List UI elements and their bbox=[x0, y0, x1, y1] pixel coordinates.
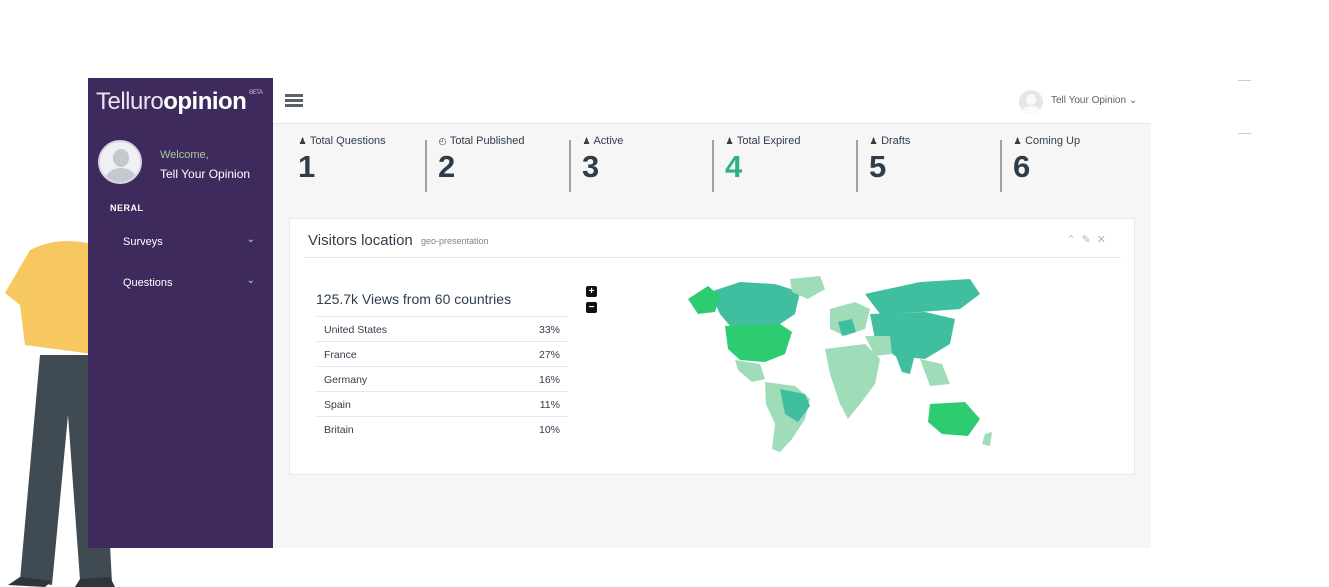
sidebar-item-surveys[interactable]: Surveys ⌄ bbox=[88, 232, 273, 254]
map-region-russia bbox=[865, 279, 980, 314]
sidebar-item-questions[interactable]: Questions ⌄ bbox=[88, 273, 273, 295]
main-content: ♟ Total Questions 1 ◴ Total Published 2 … bbox=[273, 124, 1151, 548]
visitors-location-panel: Visitors location geo-presentation ⌃✎✕ 1… bbox=[289, 218, 1135, 475]
panel-title: Visitors location bbox=[308, 232, 413, 249]
user-avatar[interactable] bbox=[1019, 90, 1043, 114]
table-row: France 27% bbox=[316, 341, 568, 366]
wrench-icon[interactable]: ✎ bbox=[1082, 234, 1097, 246]
map-region-alaska bbox=[688, 286, 720, 314]
menu-toggle-icon[interactable] bbox=[285, 94, 303, 108]
map-region-africa bbox=[825, 344, 880, 419]
stat-caption: ♟ Drafts bbox=[869, 135, 911, 147]
map-region-usa bbox=[725, 324, 792, 362]
brand-logo[interactable]: Telluroopinion BETA bbox=[96, 88, 263, 116]
profile-card: Welcome, Tell Your Opinion bbox=[98, 140, 268, 188]
welcome-text: Welcome, bbox=[160, 149, 209, 161]
sidebar-item-label: Questions bbox=[123, 277, 173, 289]
stat-value: 4 bbox=[725, 149, 743, 184]
stat-divider bbox=[712, 140, 714, 192]
divider bbox=[304, 257, 1121, 258]
stat-divider bbox=[569, 140, 571, 192]
user-icon: ♟ bbox=[869, 136, 878, 146]
chevron-down-icon: ⌄ bbox=[1128, 95, 1138, 106]
user-icon: ♟ bbox=[582, 136, 591, 146]
map-region-australia bbox=[928, 402, 980, 436]
stat-divider bbox=[1000, 140, 1002, 192]
user-icon: ♟ bbox=[1013, 136, 1022, 146]
stat-value: 1 bbox=[298, 149, 316, 184]
user-icon: ♟ bbox=[298, 136, 307, 146]
zoom-in-button[interactable]: + bbox=[586, 286, 597, 297]
avatar bbox=[98, 140, 142, 184]
stat-value: 2 bbox=[438, 149, 456, 184]
top-bar: Tell Your Opinion ⌄ bbox=[273, 78, 1151, 124]
stat-caption: ◴ Total Published bbox=[438, 135, 525, 147]
map-region-india bbox=[895, 354, 915, 374]
stat-value: 6 bbox=[1013, 149, 1031, 184]
table-row: Spain 11% bbox=[316, 391, 568, 416]
collapse-icon[interactable]: ⌃ bbox=[1066, 234, 1081, 246]
stat-caption: ♟ Total Questions bbox=[298, 135, 386, 147]
zoom-out-button[interactable]: − bbox=[586, 302, 597, 313]
country-table: United States 33% France 27% Germany 16% Sp… bbox=[316, 316, 568, 441]
stat-total-expired: ♟ Total Expired 4 bbox=[712, 132, 842, 194]
world-map[interactable] bbox=[680, 274, 1010, 460]
stat-coming-up: ♟ Coming Up 6 bbox=[1000, 132, 1130, 194]
map-region-canada bbox=[710, 282, 800, 329]
stat-total-published: ◴ Total Published 2 bbox=[425, 132, 555, 194]
stat-divider bbox=[856, 140, 858, 192]
sidebar-item-label: Surveys bbox=[123, 236, 163, 248]
stat-caption: ♟ Coming Up bbox=[1013, 135, 1081, 147]
views-summary: 125.7k Views from 60 countries bbox=[316, 291, 512, 307]
stat-total-questions: ♟ Total Questions 1 bbox=[285, 132, 415, 194]
stat-value: 3 bbox=[582, 149, 600, 184]
panel-toolbar: ⌃✎✕ bbox=[1066, 233, 1112, 246]
user-icon: ♟ bbox=[725, 136, 734, 146]
table-row: Germany 16% bbox=[316, 366, 568, 391]
map-region-mexico bbox=[735, 360, 765, 382]
chevron-down-icon: ⌄ bbox=[246, 275, 255, 286]
stat-caption: ♟ Total Expired bbox=[725, 135, 801, 147]
map-region-southeast-asia bbox=[920, 359, 950, 386]
stat-caption: ♟ Active bbox=[582, 135, 624, 147]
divider bbox=[1238, 80, 1251, 81]
stat-drafts: ♟ Drafts 5 bbox=[856, 132, 986, 194]
divider bbox=[1238, 133, 1251, 134]
clock-icon: ◴ bbox=[438, 136, 447, 146]
table-row: United States 33% bbox=[316, 316, 568, 341]
sidebar: Telluroopinion BETA Welcome, Tell Your Op… bbox=[88, 78, 273, 548]
sidebar-username: Tell Your Opinion bbox=[160, 167, 251, 181]
stat-active: ♟ Active 3 bbox=[569, 132, 699, 194]
user-menu[interactable]: Tell Your Opinion ⌄ bbox=[1051, 95, 1137, 106]
chevron-down-icon: ⌄ bbox=[246, 234, 255, 245]
panel-subtitle: geo-presentation bbox=[421, 236, 489, 246]
page: Telluroopinion BETA Welcome, Tell Your Op… bbox=[0, 0, 1329, 587]
close-icon[interactable]: ✕ bbox=[1097, 234, 1112, 246]
map-region-new-zealand bbox=[982, 432, 992, 446]
section-label: NERAL bbox=[110, 203, 144, 213]
stat-value: 5 bbox=[869, 149, 887, 184]
stat-divider bbox=[425, 140, 427, 192]
table-row: Britain 10% bbox=[316, 416, 568, 441]
